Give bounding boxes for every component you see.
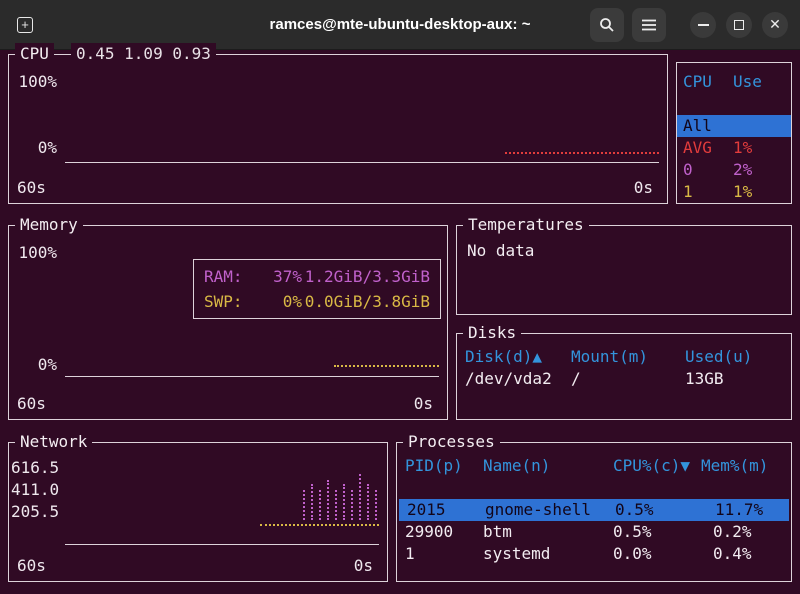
cpu-row-value: 1% — [727, 137, 791, 159]
process-cpu: 0.0% — [605, 543, 693, 565]
network-x-left: 60s — [17, 555, 46, 577]
cpu-panel-title: CPU — [15, 43, 54, 65]
ram-label: RAM: — [204, 266, 256, 288]
cpu-row-label: AVG — [677, 137, 727, 159]
cpu-col-header[interactable]: CPU%(c)▼ — [605, 455, 693, 477]
network-tx-line — [260, 524, 379, 526]
process-pid: 29900 — [397, 521, 475, 543]
network-x-right: 0s — [354, 555, 373, 577]
process-name: btm — [475, 521, 605, 543]
temperatures-panel-title: Temperatures — [463, 214, 589, 236]
cpu-table-header: CPU Use — [677, 71, 791, 93]
memory-y-max: 100% — [15, 242, 57, 264]
cpu-row-value: 1% — [727, 181, 791, 203]
network-panel: Network 616.5 411.0 205.5 — [8, 442, 388, 582]
memory-y-min: 0% — [15, 354, 57, 376]
use-col-header: Use — [727, 71, 791, 93]
process-pid: 1 — [397, 543, 475, 565]
hamburger-menu-icon — [641, 18, 657, 32]
processes-panel-title: Processes — [403, 431, 500, 453]
disks-header-row: Disk(d)▲ Mount(m) Used(u) — [457, 346, 791, 368]
memory-panel-title: Memory — [15, 214, 83, 236]
cpu-usage-line — [505, 152, 659, 154]
ram-legend-row: RAM: 37% 1.2GiB/3.3GiB — [204, 266, 430, 288]
ram-usage: 1.2GiB/3.3GiB — [302, 266, 430, 288]
name-col-header[interactable]: Name(n) — [475, 455, 605, 477]
memory-x-right: 0s — [414, 393, 433, 415]
cpu-legend-panel: CPU Use All AVG 1% 0 2% 1 1% — [676, 62, 792, 204]
mem-col-header[interactable]: Mem%(m) — [693, 455, 791, 477]
cpu-y-max: 100% — [15, 71, 57, 93]
disk-used: 13GB — [677, 368, 791, 390]
swap-usage: 0.0GiB/3.8GiB — [302, 291, 430, 313]
swap-usage-line — [334, 365, 439, 367]
network-y-label-1: 616.5 — [11, 457, 59, 479]
memory-panel: Memory 100% 0% RAM: 37% 1.2GiB/3.3GiB SW… — [8, 225, 448, 420]
disk-row[interactable]: /dev/vda2 / 13GB — [457, 368, 791, 390]
cpu-row-all[interactable]: All — [677, 115, 791, 137]
process-cpu: 0.5% — [605, 521, 693, 543]
cpu-row-core0[interactable]: 0 2% — [677, 159, 791, 181]
mount-col-header: Mount(m) — [563, 346, 677, 368]
cpu-x-right: 0s — [634, 177, 653, 199]
swap-label: SWP: — [204, 291, 256, 313]
process-mem: 0.4% — [693, 543, 791, 565]
new-tab-button[interactable]: + — [8, 8, 42, 42]
disk-name: /dev/vda2 — [457, 368, 563, 390]
cpu-row-label: 0 — [677, 159, 727, 181]
network-panel-title: Network — [15, 431, 92, 453]
search-icon — [599, 17, 615, 33]
process-row[interactable]: 1 systemd 0.0% 0.4% — [397, 543, 791, 565]
new-tab-icon: + — [17, 17, 33, 33]
disks-panel-title: Disks — [463, 322, 521, 344]
network-y-label-2: 411.0 — [11, 479, 59, 501]
search-button[interactable] — [590, 8, 624, 42]
swap-legend-row: SWP: 0% 0.0GiB/3.8GiB — [204, 291, 430, 313]
process-mem: 0.2% — [693, 521, 791, 543]
network-rx-spikes — [303, 474, 377, 520]
processes-header-row: PID(p) Name(n) CPU%(c)▼ Mem%(m) — [397, 455, 791, 477]
cpu-col-header: CPU — [677, 71, 727, 93]
ram-percent: 37% — [256, 266, 302, 288]
disk-mount: / — [563, 368, 677, 390]
terminal-content: CPU 0.45 1.09 0.93 100% 0% 60s 0s CPU Us… — [0, 50, 800, 594]
cpu-y-min: 0% — [15, 137, 57, 159]
cpu-x-left: 60s — [17, 177, 46, 199]
cpu-row-core1[interactable]: 1 1% — [677, 181, 791, 203]
minimize-button[interactable] — [690, 12, 716, 38]
used-col-header: Used(u) — [677, 346, 791, 368]
processes-panel: Processes PID(p) Name(n) CPU%(c)▼ Mem%(m… — [396, 442, 792, 582]
process-pid: 2015 — [399, 499, 477, 521]
process-mem: 11.7% — [695, 499, 789, 521]
process-row[interactable]: 29900 btm 0.5% 0.2% — [397, 521, 791, 543]
menu-button[interactable] — [632, 8, 666, 42]
terminal-window: + ramces@mte-ubuntu-desktop-aux: ~ — [0, 0, 800, 594]
disks-panel: Disks Disk(d)▲ Mount(m) Used(u) /dev/vda… — [456, 333, 792, 420]
pid-col-header[interactable]: PID(p) — [397, 455, 475, 477]
cpu-row-label: All — [677, 115, 727, 137]
network-y-label-3: 205.5 — [11, 501, 59, 523]
disk-col-header: Disk(d)▲ — [457, 346, 563, 368]
cpu-panel: CPU 0.45 1.09 0.93 100% 0% 60s 0s — [8, 54, 668, 204]
temperatures-panel: Temperatures No data — [456, 225, 792, 315]
maximize-button[interactable] — [726, 12, 752, 38]
process-name: systemd — [475, 543, 605, 565]
minimize-icon — [698, 24, 709, 26]
close-button[interactable]: ✕ — [762, 12, 788, 38]
cpu-row-value: 2% — [727, 159, 791, 181]
process-name: gnome-shell — [477, 499, 607, 521]
memory-x-left: 60s — [17, 393, 46, 415]
memory-legend: RAM: 37% 1.2GiB/3.3GiB SWP: 0% 0.0GiB/3.… — [193, 259, 441, 319]
close-icon: ✕ — [769, 16, 781, 33]
process-cpu: 0.5% — [607, 499, 695, 521]
process-row[interactable]: 2015 gnome-shell 0.5% 11.7% — [399, 499, 789, 521]
swap-percent: 0% — [256, 291, 302, 313]
maximize-icon — [734, 20, 744, 30]
cpu-row-avg[interactable]: AVG 1% — [677, 137, 791, 159]
network-graph — [65, 455, 379, 545]
cpu-row-label: 1 — [677, 181, 727, 203]
cpu-graph — [65, 67, 659, 163]
cpu-load-average: 0.45 1.09 0.93 — [71, 43, 216, 65]
